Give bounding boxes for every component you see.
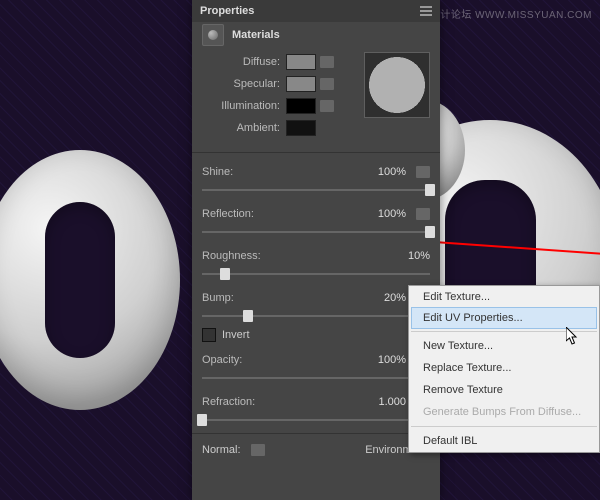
illumination-label: Illumination: bbox=[202, 100, 280, 112]
materials-icon[interactable] bbox=[202, 24, 224, 46]
roughness-slider[interactable] bbox=[202, 267, 430, 281]
folder-icon[interactable] bbox=[416, 208, 430, 220]
roughness-value[interactable]: 10% bbox=[408, 250, 430, 262]
diffuse-label: Diffuse: bbox=[202, 56, 280, 68]
ambient-label: Ambient: bbox=[202, 122, 280, 134]
opacity-slider[interactable] bbox=[202, 371, 430, 385]
menu-replace-texture[interactable]: Replace Texture... bbox=[409, 357, 599, 379]
refraction-label: Refraction: bbox=[202, 396, 255, 408]
material-preview[interactable] bbox=[364, 52, 430, 118]
shine-slider[interactable] bbox=[202, 183, 430, 197]
menu-remove-texture[interactable]: Remove Texture bbox=[409, 379, 599, 401]
opacity-label: Opacity: bbox=[202, 354, 242, 366]
illumination-swatch[interactable] bbox=[286, 98, 316, 114]
refraction-slider[interactable] bbox=[202, 413, 430, 427]
refraction-value[interactable]: 1.000 bbox=[378, 396, 406, 408]
properties-panel: Properties Materials Diffuse: Specular: … bbox=[192, 0, 440, 500]
reflection-value[interactable]: 100% bbox=[378, 208, 406, 220]
menu-default-ibl[interactable]: Default IBL bbox=[409, 430, 599, 452]
invert-checkbox[interactable] bbox=[202, 328, 216, 342]
context-menu: Edit Texture... Edit UV Properties... Ne… bbox=[408, 285, 600, 453]
opacity-value[interactable]: 100% bbox=[378, 354, 406, 366]
panel-menu-icon[interactable] bbox=[420, 6, 432, 16]
bump-label: Bump: bbox=[202, 292, 234, 304]
bump-value[interactable]: 20% bbox=[384, 292, 406, 304]
menu-generate-bumps: Generate Bumps From Diffuse... bbox=[409, 401, 599, 423]
specular-swatch[interactable] bbox=[286, 76, 316, 92]
reflection-slider[interactable] bbox=[202, 225, 430, 239]
menu-edit-texture[interactable]: Edit Texture... bbox=[409, 286, 599, 308]
cursor-icon bbox=[566, 327, 580, 345]
section-title: Materials bbox=[232, 29, 280, 41]
menu-edit-uv-properties[interactable]: Edit UV Properties... bbox=[411, 307, 597, 329]
viewport-3d-object bbox=[0, 150, 180, 410]
ambient-swatch[interactable] bbox=[286, 120, 316, 136]
reflection-label: Reflection: bbox=[202, 208, 254, 220]
folder-icon[interactable] bbox=[416, 166, 430, 178]
roughness-label: Roughness: bbox=[202, 250, 261, 262]
folder-icon[interactable] bbox=[320, 100, 334, 112]
panel-title: Properties bbox=[200, 5, 254, 17]
folder-icon[interactable] bbox=[320, 56, 334, 68]
invert-label: Invert bbox=[222, 329, 250, 341]
specular-label: Specular: bbox=[202, 78, 280, 90]
folder-icon[interactable] bbox=[251, 444, 265, 456]
diffuse-swatch[interactable] bbox=[286, 54, 316, 70]
shine-label: Shine: bbox=[202, 166, 233, 178]
normal-label: Normal: bbox=[202, 444, 241, 456]
shine-value[interactable]: 100% bbox=[378, 166, 406, 178]
folder-icon[interactable] bbox=[320, 78, 334, 90]
bump-slider[interactable] bbox=[202, 309, 430, 323]
